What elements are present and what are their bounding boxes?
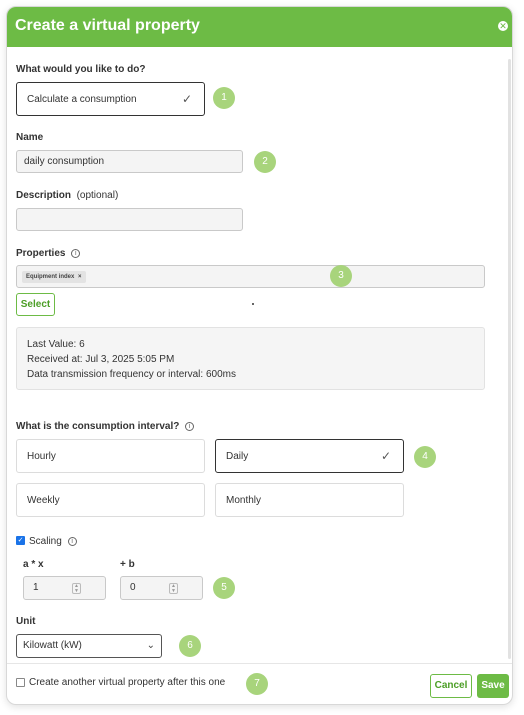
interval-option-hourly[interactable]: Hourly [16, 439, 205, 473]
description-label-text: Description [16, 190, 72, 201]
properties-input[interactable]: Equipment index × [16, 265, 485, 288]
chip-remove-icon[interactable]: × [78, 274, 82, 280]
scaling-label-row: Scaling i [29, 536, 77, 547]
step-badge-1: 1 [213, 87, 235, 109]
scrollbar[interactable] [508, 59, 511, 659]
interval-option-label: Monthly [226, 495, 262, 506]
step-badge-2: 2 [254, 151, 276, 173]
create-another-checkbox[interactable] [16, 678, 25, 687]
name-label: Name [16, 132, 44, 143]
interval-option-monthly[interactable]: Monthly [215, 483, 404, 517]
create-virtual-property-dialog: Create a virtual property ✕ What would y… [6, 6, 513, 705]
scaling-b-input[interactable]: 0 ▲ ▼ [120, 576, 203, 600]
interval-option-label: Hourly [27, 451, 56, 462]
properties-label-row: Properties i [16, 248, 81, 259]
description-label: Description (optional) [16, 190, 118, 201]
scaling-b-value: 0 [130, 582, 136, 593]
scaling-a-value: 1 [33, 582, 39, 593]
name-input[interactable]: daily consumption [16, 150, 243, 173]
dialog-header: Create a virtual property ✕ [7, 7, 512, 47]
spinner-icon[interactable]: ▲ ▼ [72, 583, 81, 594]
cursor-dot [252, 303, 254, 305]
save-button[interactable]: Save [477, 674, 509, 698]
select-properties-button[interactable]: Select [16, 293, 55, 316]
scaling-a-label: a * x [23, 559, 44, 570]
scaling-checkbox[interactable]: ✓ [16, 536, 25, 545]
step-badge-5: 5 [213, 577, 235, 599]
step-badge-7: 7 [246, 673, 268, 695]
unit-select[interactable]: Kilowatt (kW) ⌄ [16, 634, 162, 658]
info-icon[interactable]: i [67, 536, 77, 546]
close-icon[interactable]: ✕ [498, 21, 508, 31]
interval-option-label: Daily [226, 451, 249, 462]
cancel-button[interactable]: Cancel [430, 674, 472, 698]
properties-label: Properties [16, 248, 66, 259]
interval-option-weekly[interactable]: Weekly [16, 483, 205, 517]
step-badge-3: 3 [330, 265, 352, 287]
footer-divider [7, 663, 512, 664]
interval-option-daily[interactable]: Daily ✓ [215, 439, 404, 473]
property-chip[interactable]: Equipment index × [22, 271, 86, 283]
interval-question: What is the consumption interval? [16, 421, 180, 432]
frequency-text: Data transmission frequency or interval:… [27, 369, 236, 380]
last-value-text: Last Value: 6 [27, 339, 85, 350]
dialog-title: Create a virtual property [15, 17, 200, 34]
interval-question-row: What is the consumption interval? i [16, 421, 195, 432]
description-input[interactable] [16, 208, 243, 231]
scaling-a-input[interactable]: 1 ▲ ▼ [23, 576, 106, 600]
scaling-label: Scaling [29, 536, 62, 547]
received-at-text: Received at: Jul 3, 2025 5:05 PM [27, 354, 175, 365]
unit-value: Kilowatt (kW) [23, 640, 82, 651]
scaling-b-label: + b [120, 559, 135, 570]
checkmark-icon: ✓ [380, 449, 391, 463]
property-chip-label: Equipment index [26, 274, 75, 280]
chevron-down-icon: ⌄ [146, 640, 155, 651]
checkmark-icon: ✓ [181, 92, 192, 106]
action-option-selected[interactable]: Calculate a consumption ✓ [16, 82, 205, 116]
description-optional: (optional) [76, 190, 119, 201]
step-badge-6: 6 [179, 635, 201, 657]
info-icon[interactable]: i [71, 248, 81, 258]
property-info-box: Last Value: 6 Received at: Jul 3, 2025 5… [16, 327, 485, 390]
unit-label: Unit [16, 616, 36, 627]
info-icon[interactable]: i [185, 421, 195, 431]
interval-option-label: Weekly [27, 495, 60, 506]
create-another-label: Create another virtual property after th… [29, 677, 226, 688]
step-badge-4: 4 [414, 446, 436, 468]
action-option-label: Calculate a consumption [27, 94, 137, 105]
action-question: What would you like to do? [16, 64, 146, 75]
spinner-icon[interactable]: ▲ ▼ [169, 583, 178, 594]
